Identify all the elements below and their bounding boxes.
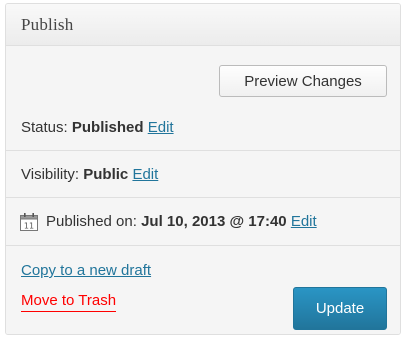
status-value: Published xyxy=(71,118,144,136)
published-on-label: Published on: xyxy=(46,213,142,230)
status-edit-link[interactable]: Edit xyxy=(148,119,174,136)
calendar-icon: 11 xyxy=(19,212,39,232)
published-on-edit-link[interactable]: Edit xyxy=(291,213,317,230)
publish-box-title: Publish xyxy=(21,14,74,34)
publish-box: Publish Preview Changes Status: Publishe… xyxy=(5,3,401,335)
visibility-value: Public xyxy=(83,165,129,183)
update-button[interactable]: Update xyxy=(293,287,387,330)
preview-changes-button[interactable]: Preview Changes xyxy=(219,65,387,97)
svg-text:11: 11 xyxy=(24,221,34,230)
copy-to-draft-link[interactable]: Copy to a new draft xyxy=(21,262,151,279)
visibility-row: Visibility: Public Edit xyxy=(6,151,400,198)
publish-box-header[interactable]: Publish xyxy=(6,4,400,46)
published-on-value: Jul 10, 2013 @ 17:40 xyxy=(141,213,287,230)
visibility-label: Visibility: xyxy=(21,165,84,183)
status-label: Status: xyxy=(21,118,72,136)
status-row: Status: Published Edit xyxy=(6,104,400,151)
preview-action-row: Preview Changes xyxy=(6,46,400,104)
major-publishing-actions: Copy to a new draft Move to Trash Update xyxy=(6,246,400,334)
published-on-row: 11 Published on: Jul 10, 2013 @ 17:40 Ed… xyxy=(6,198,400,246)
move-to-trash-link[interactable]: Move to Trash xyxy=(21,292,117,312)
visibility-edit-link[interactable]: Edit xyxy=(132,166,158,183)
